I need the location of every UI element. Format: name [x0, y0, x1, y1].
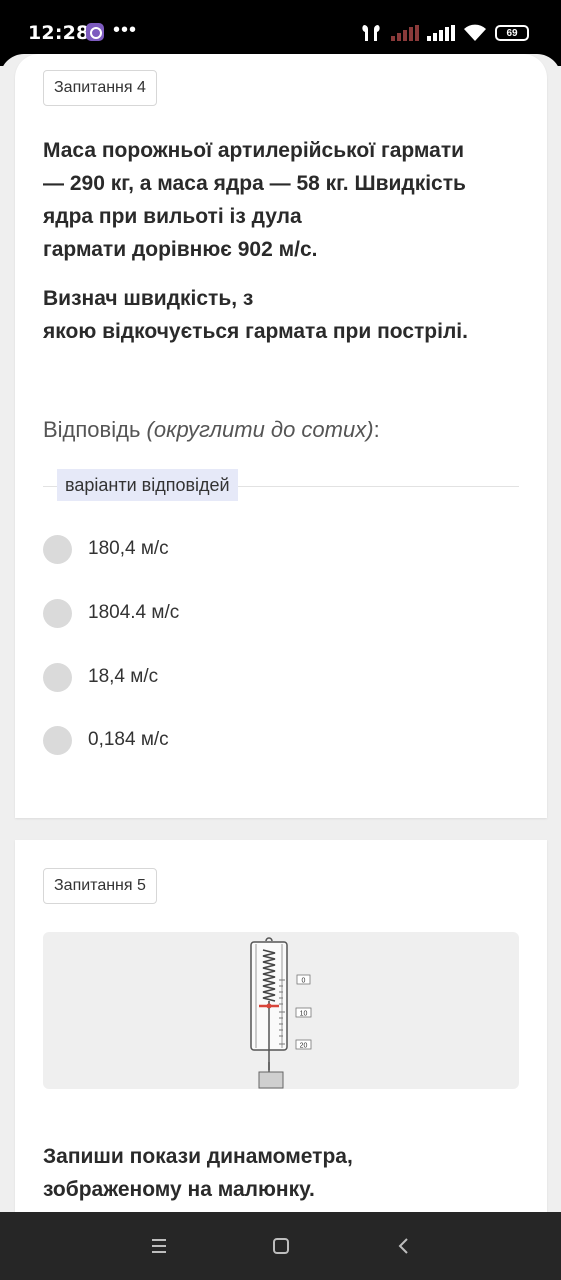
answer-option[interactable]: 1804.4 м/с — [43, 598, 179, 628]
variants-label: варіанти відповідей — [57, 469, 238, 501]
option-label: 18,4 м/с — [88, 666, 159, 687]
question-card-5: Запитання 5 0 10 20 Запиши покази динамо… — [15, 840, 547, 1212]
home-icon[interactable] — [269, 1234, 293, 1258]
question-card-4: Запитання 4 Маса порожньої артилерійсько… — [15, 54, 547, 818]
page: Запитання 4 Маса порожньої артилерійсько… — [0, 54, 561, 1212]
question-line: Запиши покази динамометра, — [43, 1145, 353, 1168]
scale-label: 20 — [300, 1043, 308, 1050]
question-line: Маса порожньої артилерійської гармати — [43, 139, 465, 162]
answer-option[interactable]: 18,4 м/с — [43, 662, 158, 692]
question-task: Визнач швидкість, з якою відкочується га… — [43, 282, 513, 348]
answer-option[interactable]: 180,4 м/с — [43, 534, 169, 564]
radio-button[interactable] — [43, 662, 72, 692]
radio-button[interactable] — [43, 534, 72, 564]
option-label: 0,184 м/с — [88, 729, 169, 750]
navigation-bar — [0, 1212, 561, 1280]
earbuds-icon — [362, 25, 380, 41]
signal-weak-icon — [391, 25, 419, 41]
question-line: Визнач швидкість, з — [43, 287, 254, 310]
signal-icon — [427, 25, 455, 41]
viber-icon — [86, 23, 104, 41]
dynamometer-figure: 0 10 20 — [43, 932, 519, 1089]
question-line: ядра при вильоті із дула — [43, 205, 302, 228]
answer-hint: (округлити до сотих) — [146, 417, 374, 442]
question-line: зображеному на малюнку. — [43, 1178, 315, 1201]
question-line: гармати дорівнює 902 м/с. — [43, 238, 318, 261]
question-line: — 290 кг, а маса ядра — 58 кг. Швидкість — [43, 172, 466, 195]
status-time: 12:28 — [28, 22, 90, 44]
answer-suffix: : — [373, 417, 380, 442]
option-label: 180,4 м/с — [88, 538, 169, 559]
scale-label: 10 — [300, 1011, 308, 1018]
answer-prefix: Відповідь — [43, 417, 147, 442]
question-line: якою відкочується гармата при пострілі. — [43, 320, 468, 343]
radio-button[interactable] — [43, 598, 72, 628]
question-tag: Запитання 4 — [43, 70, 157, 106]
battery-icon: 69 — [495, 25, 529, 41]
question-text: Запиши покази динамометра, зображеному н… — [43, 1140, 513, 1206]
scale-label: 0 — [302, 978, 306, 985]
question-text: Маса порожньої артилерійської гармати — … — [43, 134, 513, 266]
more-notifications-icon: ••• — [113, 19, 138, 41]
radio-button[interactable] — [43, 725, 72, 755]
answer-option[interactable]: 0,184 м/с — [43, 725, 169, 755]
back-icon[interactable] — [392, 1234, 416, 1258]
menu-icon[interactable] — [147, 1234, 171, 1258]
option-label: 1804.4 м/с — [88, 602, 180, 623]
answer-label: Відповідь (округлити до сотих): — [43, 417, 380, 443]
dynamometer-image: 0 10 20 — [250, 937, 312, 1089]
wifi-icon — [464, 24, 486, 41]
question-tag: Запитання 5 — [43, 868, 157, 904]
